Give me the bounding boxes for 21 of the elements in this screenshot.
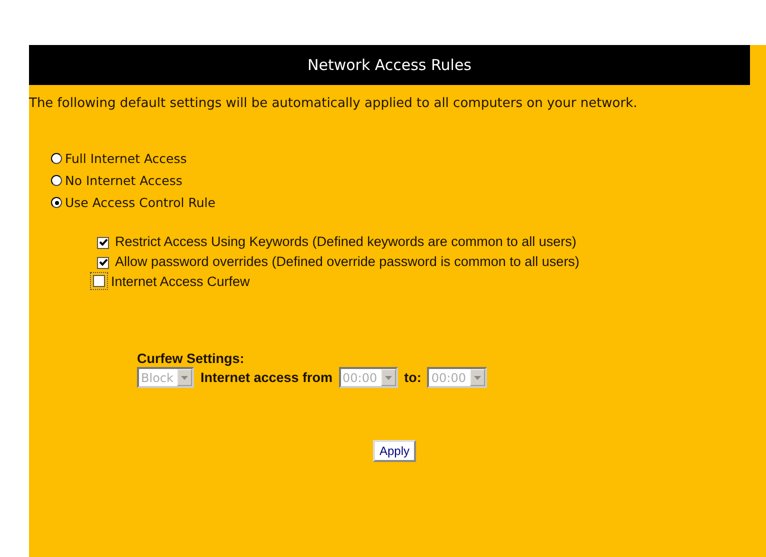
page-title: Network Access Rules xyxy=(308,56,472,74)
field-label: to: xyxy=(404,370,422,385)
intro-text: The following default settings will be automatically applied to all computers on your network. xyxy=(29,95,638,113)
caret-icon xyxy=(177,369,192,386)
field-label: Internet access from xyxy=(200,370,333,385)
radio-button[interactable] xyxy=(51,197,62,208)
radio-label: No Internet Access xyxy=(65,173,182,188)
radio-label: Full Internet Access xyxy=(65,151,187,166)
checkbox-label: Allow password overrides (Defined override password is common to all users) xyxy=(115,254,580,269)
curfew-heading: Curfew Settings: xyxy=(137,351,246,367)
checkbox-label: Restrict Access Using Keywords (Defined keywords are common to all users) xyxy=(115,234,576,249)
radio-button[interactable] xyxy=(51,153,62,164)
radio-button[interactable] xyxy=(51,175,62,186)
checkbox[interactable] xyxy=(97,256,109,268)
caret-icon xyxy=(470,369,485,386)
checkbox-label: Internet Access Curfew xyxy=(111,274,250,289)
checkbox[interactable] xyxy=(93,275,105,287)
checkbox[interactable] xyxy=(97,236,109,248)
caret-icon xyxy=(381,369,396,386)
apply-button[interactable]: Apply xyxy=(373,440,416,462)
radio-label: Use Access Control Rule xyxy=(65,195,216,210)
